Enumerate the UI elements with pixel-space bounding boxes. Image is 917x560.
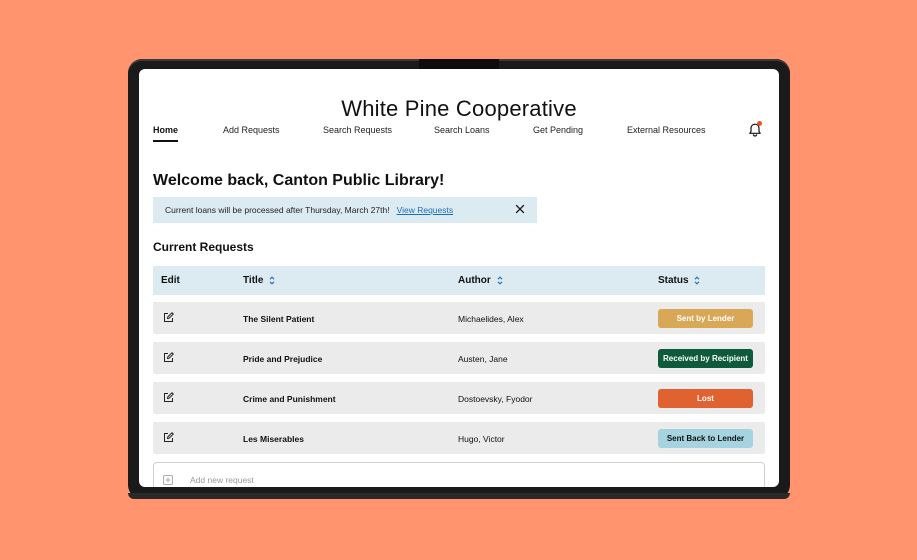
nav-external-resources[interactable]: External Resources [627,125,706,135]
current-requests-heading: Current Requests [153,240,254,254]
col-edit: Edit [161,275,180,286]
table-row: Crime and Punishment Dostoevsky, Fyodor … [153,382,765,414]
row-title: Les Miserables [243,434,304,444]
col-title-label: Title [243,275,264,286]
main-nav: Home Add Requests Search Requests Search… [153,121,765,149]
notification-bell-icon[interactable] [747,121,763,138]
status-badge: Sent by Lender [658,309,753,328]
row-author: Hugo, Victor [458,434,505,444]
close-icon[interactable] [514,203,526,215]
nav-get-pending[interactable]: Get Pending [533,125,583,135]
site-title: White Pine Cooperative [341,96,577,121]
row-title: The Silent Patient [243,314,315,324]
col-author-label: Author [458,275,491,286]
table-row: Pride and Prejudice Austen, Jane Receive… [153,342,765,374]
table-row: The Silent Patient Michaelides, Alex Sen… [153,302,765,334]
nav-home[interactable]: Home [153,125,179,142]
status-badge: Lost [658,389,753,408]
banner-message: Current loans will be processed after Th… [165,205,390,215]
nav-add-requests[interactable]: Add Requests [223,125,280,135]
nav-search-requests[interactable]: Search Requests [323,125,392,135]
row-author: Michaelides, Alex [458,314,524,324]
table-header: Edit Title Author Status [153,266,765,295]
laptop-frame: White Pine Cooperative Home Add Requests… [128,59,790,499]
table-row: Les Miserables Hugo, Victor Sent Back to… [153,422,765,454]
row-title: Crime and Punishment [243,394,336,404]
add-new-request-row[interactable]: Add new request [153,462,765,487]
row-title: Pride and Prejudice [243,354,323,364]
edit-icon[interactable] [163,392,174,403]
laptop-base [128,493,790,499]
sort-icon [694,276,700,285]
row-author: Dostoevsky, Fyodor [458,394,533,404]
status-badge: Received by Recipient [658,349,753,368]
col-status-label: Status [658,275,689,286]
col-title-sort[interactable]: Title [243,275,275,286]
row-author: Austen, Jane [458,354,508,364]
sort-icon [269,276,275,285]
screen: White Pine Cooperative Home Add Requests… [139,69,779,487]
nav-search-loans[interactable]: Search Loans [434,125,490,135]
edit-icon[interactable] [163,432,174,443]
col-status-sort[interactable]: Status [658,275,700,286]
edit-icon[interactable] [163,352,174,363]
info-banner: Current loans will be processed after Th… [153,197,537,223]
add-new-request-label: Add new request [190,475,254,485]
notification-dot [757,121,762,126]
col-author-sort[interactable]: Author [458,275,503,286]
edit-icon[interactable] [163,312,174,323]
welcome-heading: Welcome back, Canton Public Library! [153,172,445,189]
plus-icon [163,475,173,485]
status-badge: Sent Back to Lender [658,429,753,448]
sort-icon [497,276,502,285]
view-requests-link[interactable]: View Requests [397,205,454,215]
